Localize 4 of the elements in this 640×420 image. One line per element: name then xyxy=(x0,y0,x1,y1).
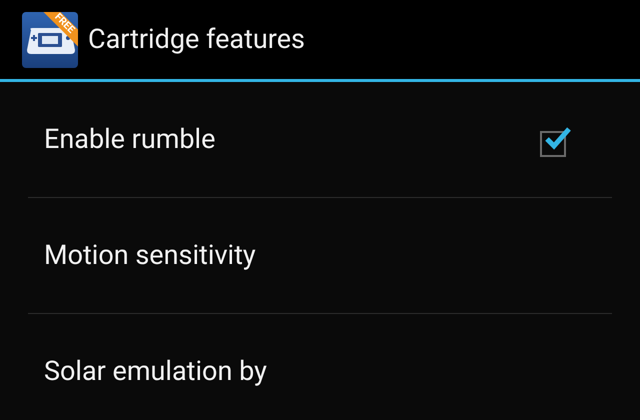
preference-label[interactable]: Motion sensitivity xyxy=(44,235,596,276)
preference-label[interactable]: Enable rumble xyxy=(44,119,540,160)
screen-title: Cartridge features xyxy=(88,22,305,58)
preference-label[interactable]: Solar emulation by xyxy=(44,351,596,392)
